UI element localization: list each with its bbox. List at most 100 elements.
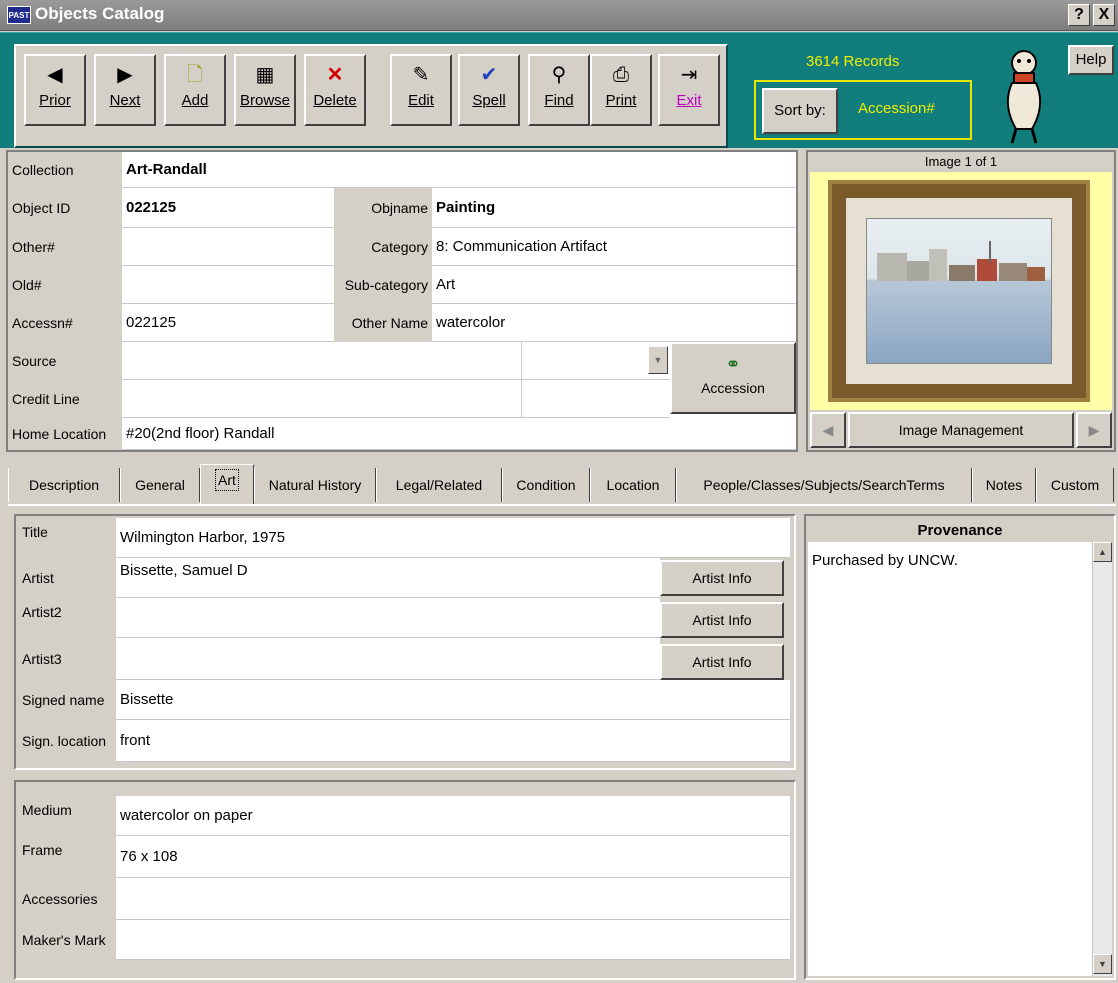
find-button[interactable]: ⚲ Find [528, 54, 590, 126]
tab-divider [8, 504, 1116, 506]
home-location-field[interactable]: #20(2nd floor) Randall [122, 418, 796, 450]
spellcheck-icon: ✔ [480, 64, 498, 86]
old-number-field[interactable] [122, 266, 334, 304]
object-image[interactable] [810, 172, 1112, 410]
credit-line-extra-field[interactable] [522, 380, 670, 418]
exit-button[interactable]: ⇥ Exit [658, 54, 720, 126]
edit-button[interactable]: ✎ Edit [390, 54, 452, 126]
tab-condition[interactable]: Condition [502, 468, 590, 502]
browse-button[interactable]: ▦ Browse [234, 54, 296, 126]
tab-notes[interactable]: Notes [972, 468, 1036, 502]
right-arrow-icon: ▶ [117, 64, 133, 86]
source-field[interactable] [122, 342, 522, 380]
frame-field[interactable]: 76 x 108 [116, 836, 790, 878]
accessories-field[interactable] [116, 878, 790, 920]
signed-name-field[interactable]: Bissette [116, 680, 790, 720]
objname-field[interactable]: Painting [432, 188, 796, 228]
accessn-label: Accessn# [8, 304, 122, 342]
artist2-field[interactable] [116, 598, 660, 638]
scroll-up-icon[interactable]: ▲ [1093, 542, 1112, 562]
makers-mark-field[interactable] [116, 920, 790, 960]
accession-button[interactable]: ⚭ Accession [670, 342, 796, 414]
next-button[interactable]: ▶ Next [94, 54, 156, 126]
print-label: Print [605, 92, 637, 109]
delete-label: Delete [313, 92, 357, 109]
amphora-mascot-icon [1006, 50, 1042, 144]
tab-location[interactable]: Location [590, 468, 676, 502]
app-logo-icon: PAST [7, 6, 31, 24]
object-id-field[interactable]: 022125 [122, 188, 334, 228]
binoculars-icon: ⚲ [551, 64, 567, 86]
add-button[interactable]: 🗋 Add [164, 54, 226, 126]
harbor-painting-image [866, 218, 1052, 364]
printer-icon: ⎙ [613, 64, 629, 86]
collection-field[interactable]: Art-Randall [122, 152, 796, 188]
category-label: Category [334, 228, 432, 266]
sort-box: Sort by: Accession# [754, 80, 972, 140]
artist3-info-button[interactable]: Artist Info [660, 644, 784, 680]
chevron-down-icon[interactable]: ▼ [648, 346, 668, 374]
artist3-field[interactable] [116, 638, 660, 680]
previous-image-button[interactable]: ◀ [810, 412, 846, 448]
spell-button[interactable]: ✔ Spell [458, 54, 520, 126]
makers-mark-label: Maker's Mark [18, 920, 116, 960]
object-id-label: Object ID [8, 188, 122, 228]
image-management-button[interactable]: Image Management [848, 412, 1074, 448]
add-label: Add [181, 92, 209, 109]
next-label: Next [109, 92, 141, 109]
title-field[interactable]: Wilmington Harbor, 1975 [116, 518, 790, 558]
artist-info-button[interactable]: Artist Info [660, 560, 784, 596]
tab-general[interactable]: General [120, 468, 200, 502]
accessn-field[interactable]: 022125 [122, 304, 334, 342]
accession-button-label: Accession [701, 380, 765, 396]
provenance-title: Provenance [917, 522, 1003, 539]
signed-name-label: Signed name [18, 680, 116, 720]
old-number-label: Old# [8, 266, 122, 304]
scroll-down-icon[interactable]: ▼ [1093, 954, 1112, 974]
toolbar-button-group: ◀ Prior ▶ Next 🗋 Add ▦ Browse ✕ Delete ✎… [14, 44, 728, 148]
medium-field[interactable]: watercolor on paper [116, 796, 790, 836]
provenance-panel: Provenance Purchased by UNCW. ▲ ▼ [804, 514, 1116, 980]
spell-label: Spell [472, 92, 506, 109]
artist-field[interactable]: Bissette, Samuel D [116, 558, 660, 598]
context-help-button[interactable]: ? [1068, 4, 1090, 26]
artist2-label: Artist2 [18, 598, 116, 638]
sort-by-button[interactable]: Sort by: [762, 88, 838, 134]
provenance-scrollbar[interactable]: ▲ ▼ [1092, 542, 1112, 976]
delete-x-icon: ✕ [326, 64, 344, 86]
delete-button[interactable]: ✕ Delete [304, 54, 366, 126]
other-name-field[interactable]: watercolor [432, 304, 796, 342]
accessories-label: Accessories [18, 878, 116, 920]
artist-label: Artist [18, 558, 116, 598]
other-number-field[interactable] [122, 228, 334, 266]
tab-legal-related[interactable]: Legal/Related [376, 468, 502, 502]
subcategory-field[interactable]: Art [432, 266, 796, 304]
tab-description[interactable]: Description [8, 468, 120, 502]
tab-art[interactable]: Art [200, 464, 254, 504]
source-label: Source [8, 342, 122, 380]
close-window-button[interactable]: X [1093, 4, 1115, 26]
print-button[interactable]: ⎙ Print [590, 54, 652, 126]
provenance-textarea[interactable]: Purchased by UNCW. ▲ ▼ [808, 542, 1112, 976]
tab-custom[interactable]: Custom [1036, 468, 1114, 502]
exit-label: Exit [676, 92, 702, 109]
find-label: Find [544, 92, 574, 109]
sign-location-label: Sign. location [18, 720, 116, 762]
object-record-form: Collection Art-Randall Object ID 022125 … [6, 150, 798, 452]
picture-frame [828, 180, 1090, 402]
provenance-text: Purchased by UNCW. [812, 552, 958, 569]
credit-line-field[interactable] [122, 380, 522, 418]
next-image-button[interactable]: ▶ [1076, 412, 1112, 448]
image-caption: Image 1 of 1 [924, 154, 998, 169]
image-panel: Image 1 of 1 ◀ Image Management ▶ [806, 150, 1116, 452]
category-field[interactable]: 8: Communication Artifact [432, 228, 796, 266]
tab-natural-history[interactable]: Natural History [254, 468, 376, 502]
prior-button[interactable]: ◀ Prior [24, 54, 86, 126]
toolbar: ◀ Prior ▶ Next 🗋 Add ▦ Browse ✕ Delete ✎… [0, 32, 1118, 148]
medium-label: Medium [18, 796, 116, 836]
artist2-info-button[interactable]: Artist Info [660, 602, 784, 638]
tab-people-classes-subjects[interactable]: People/Classes/Subjects/SearchTerms [676, 468, 972, 502]
left-arrow-icon: ◀ [47, 64, 63, 86]
sign-location-field[interactable]: front [116, 720, 790, 762]
help-button[interactable]: Help [1068, 45, 1114, 75]
